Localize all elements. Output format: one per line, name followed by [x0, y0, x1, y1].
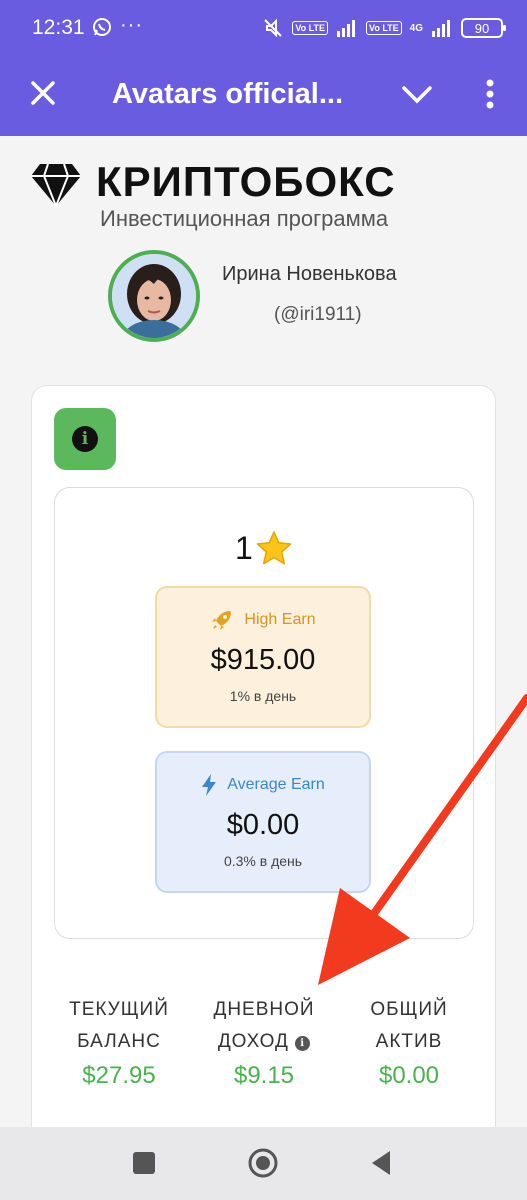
dashboard-card: i 1 High Earn $915.00 1% в день Average … [31, 385, 496, 1145]
status-bar: 12:31 ··· Vo LTE Vo LTE 4G 90 [0, 0, 527, 56]
stat-label: ДНЕВНОЙ [213, 999, 315, 1020]
mute-icon [264, 18, 283, 38]
brand-subtitle: Инвестиционная программа [100, 206, 389, 231]
network-type: 4G [409, 22, 423, 34]
level-value: 1 [235, 529, 253, 566]
stat-label: АКТИВ [375, 1031, 443, 1052]
plan-name: Average Earn [227, 776, 325, 793]
plans-panel: 1 High Earn $915.00 1% в день Average Ea… [54, 487, 474, 939]
status-time: 12:31 [32, 16, 85, 39]
whatsapp-icon [93, 18, 111, 36]
stat-label: БАЛАНС [77, 1031, 161, 1052]
plan-card-high-earn[interactable]: High Earn $915.00 1% в день [155, 586, 371, 728]
plan-rate: 1% в день [229, 688, 297, 704]
home-icon[interactable] [247, 1147, 279, 1179]
stat-daily-income: ДНЕВНОЙ ДОХОД i $9.15 [194, 994, 334, 1090]
info-icon[interactable]: i [295, 1036, 311, 1051]
stat-current-balance: ТЕКУЩИЙ БАЛАНС $27.95 [49, 994, 189, 1090]
back-icon[interactable] [366, 1147, 398, 1179]
diamond-logo-icon [31, 163, 81, 208]
battery-level: 90 [474, 20, 490, 36]
lightning-icon [202, 774, 217, 796]
rocket-icon [212, 611, 232, 630]
chevron-down-icon[interactable] [400, 82, 434, 106]
user-profile: Ирина Новенькова (@iri1911) [108, 250, 508, 345]
signal-icon [336, 20, 355, 37]
stat-label: ОБЩИЙ [370, 999, 448, 1020]
app-bar-title: Avatars official... [112, 78, 344, 110]
plan-card-average-earn[interactable]: Average Earn $0.00 0.3% в день [155, 751, 371, 893]
brand-name: КРИПТОБОКС [96, 158, 396, 205]
stats-row: ТЕКУЩИЙ БАЛАНС $27.95 ДНЕВНОЙ ДОХОД i $9… [32, 994, 497, 1104]
more-vertical-icon[interactable] [480, 78, 500, 110]
stat-value: $0.00 [378, 1062, 440, 1089]
level-indicator: 1 [235, 528, 293, 568]
stat-label: ТЕКУЩИЙ [69, 999, 169, 1020]
avatar-photo [112, 254, 196, 338]
star-icon [256, 531, 292, 565]
more-notifications-icon: ··· [120, 14, 143, 36]
avatar [108, 250, 200, 342]
plan-amount: $915.00 [210, 644, 316, 676]
info-icon: i [72, 426, 98, 452]
stat-label: ДОХОД [217, 1031, 289, 1052]
plan-amount: $0.00 [226, 809, 300, 841]
brand-header: КРИПТОБОКС Инвестиционная программа [30, 158, 500, 232]
user-name: Ирина Новенькова [222, 263, 397, 285]
stat-total-assets: ОБЩИЙ АКТИВ $0.00 [339, 994, 479, 1090]
volte-badge-2: Vo LTE [365, 21, 402, 35]
app-bar: Avatars official... [0, 56, 527, 136]
battery-indicator: 90 [461, 18, 506, 38]
signal-icon-2 [432, 20, 450, 37]
plan-rate: 0.3% в день [223, 853, 303, 869]
system-nav-bar [0, 1127, 527, 1200]
plan-name: High Earn [244, 611, 316, 628]
volte-badge: Vo LTE [292, 21, 328, 35]
recent-apps-icon[interactable] [128, 1147, 160, 1179]
info-button[interactable]: i [54, 408, 116, 470]
stat-value: $27.95 [82, 1062, 156, 1089]
stat-value: $9.15 [233, 1062, 295, 1089]
close-icon[interactable] [28, 78, 58, 108]
user-handle: (@iri1911) [274, 304, 362, 325]
